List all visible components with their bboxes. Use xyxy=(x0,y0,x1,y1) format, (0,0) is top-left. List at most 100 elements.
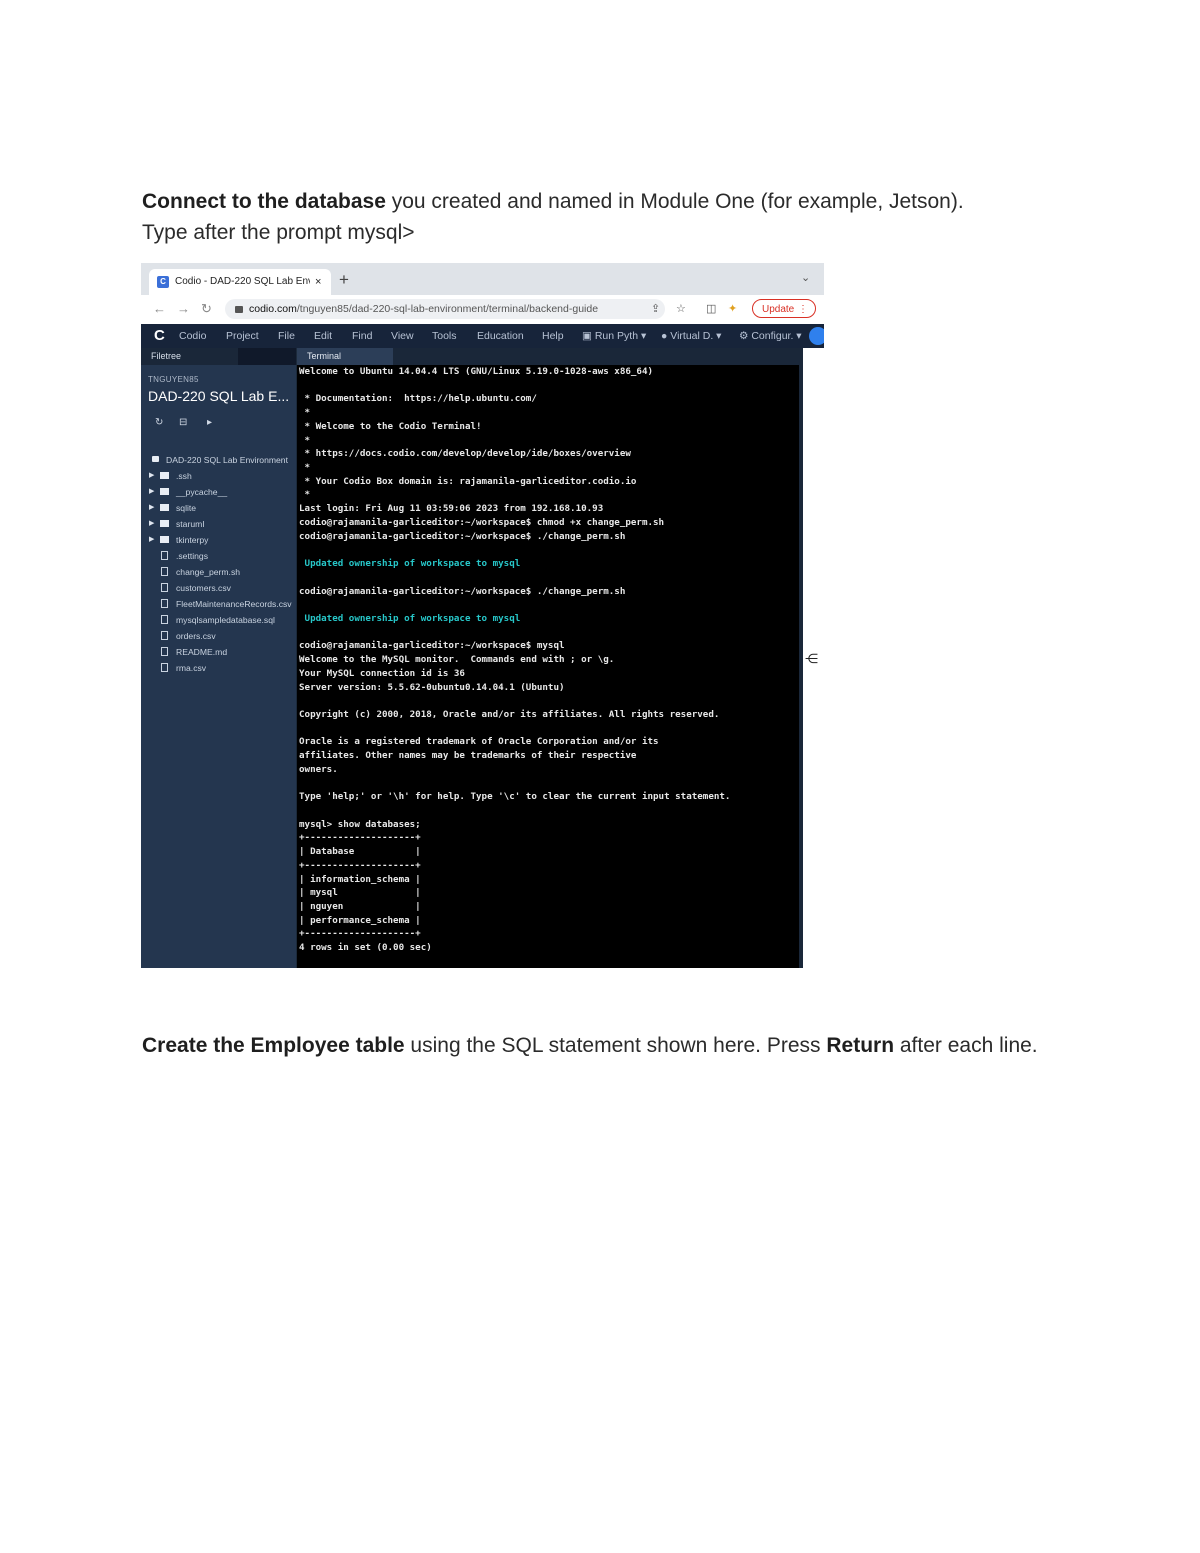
back-arrow-icon[interactable]: ← xyxy=(153,301,166,317)
terminal-output[interactable]: Welcome to Ubuntu 14.04.4 LTS (GNU/Linux… xyxy=(299,365,797,955)
terminal-line: codio@rajamanila-garliceditor:~/workspac… xyxy=(299,530,626,542)
menu-edit[interactable]: Edit xyxy=(314,324,332,348)
menu-view[interactable]: View xyxy=(391,324,414,348)
terminal-line: mysql> show databases; xyxy=(299,818,421,830)
file-label: customers.csv xyxy=(176,583,231,593)
caret-right-icon: ▶ xyxy=(149,488,155,495)
caret-right-icon: ▶ xyxy=(149,520,155,527)
forward-arrow-icon[interactable]: → xyxy=(177,301,190,317)
filetree-tab[interactable]: Filetree xyxy=(141,348,296,365)
virtual-button[interactable]: ● Virtual D. ▾ xyxy=(661,324,721,348)
tree-file[interactable]: mysqlsampledatabase.sql xyxy=(141,612,296,628)
lock-icon xyxy=(235,306,243,313)
terminal-line: * xyxy=(299,407,311,419)
file-icon xyxy=(161,663,168,672)
tree-file[interactable]: change_perm.sh xyxy=(141,564,296,580)
tree-root[interactable]: DAD-220 SQL Lab Environment xyxy=(141,452,296,468)
terminal-line: Last login: Fri Aug 11 03:59:06 2023 fro… xyxy=(299,503,604,515)
extension-icon[interactable]: ✦ xyxy=(728,302,737,316)
tree-file[interactable]: orders.csv xyxy=(141,628,296,644)
tree-folder[interactable]: ▶ sqlite xyxy=(141,500,296,516)
tree-file[interactable]: customers.csv xyxy=(141,580,296,596)
menu-find[interactable]: Find xyxy=(352,324,372,348)
file-label: orders.csv xyxy=(176,631,216,641)
menu-tools[interactable]: Tools xyxy=(432,324,457,348)
url-host: codio.com xyxy=(249,303,297,315)
lock-icon xyxy=(152,456,159,462)
menu-project[interactable]: Project xyxy=(226,324,259,348)
tab-close-icon[interactable]: × xyxy=(315,269,321,295)
collapse-icon[interactable]: ⊟ xyxy=(179,417,187,428)
drag-handle-icon[interactable]: ⋲ xyxy=(805,652,818,666)
file-label: change_perm.sh xyxy=(176,567,241,577)
refresh-icon[interactable]: ↻ xyxy=(155,417,163,428)
codio-favicon-icon: C xyxy=(157,276,169,288)
terminal-line-highlight: Updated ownership of workspace to mysql xyxy=(299,558,521,570)
terminal-panel[interactable]: Terminal Welcome to Ubuntu 14.04.4 LTS (… xyxy=(297,348,799,968)
terminal-line: 4 rows in set (0.00 sec) xyxy=(299,942,432,954)
tree-folder[interactable]: ▶ __pycache__ xyxy=(141,484,296,500)
project-title: DAD-220 SQL Lab E... xyxy=(148,388,290,404)
virtual-label: Virtual D. xyxy=(670,330,714,342)
file-icon xyxy=(161,647,168,656)
terminal-line: | information_schema | xyxy=(299,873,421,885)
file-label: FleetMaintenanceRecords.csv xyxy=(176,599,292,609)
run-label: Run Pyth xyxy=(594,330,639,342)
create-mid-text: using the SQL statement shown here. Pres… xyxy=(404,1034,827,1057)
bold-connect-text: Connect to the database xyxy=(142,190,386,213)
menu-help[interactable]: Help xyxy=(542,324,564,348)
terminal-line: codio@rajamanila-garliceditor:~/workspac… xyxy=(299,640,565,652)
tab-terminal[interactable]: Terminal xyxy=(297,348,393,365)
codio-menubar: C Codio Project File Edit Find View Tool… xyxy=(141,324,824,348)
avatar[interactable] xyxy=(809,327,824,345)
file-label: rma.csv xyxy=(176,663,207,673)
tree-folder[interactable]: ▶ tkinterpy xyxy=(141,532,296,548)
folder-icon xyxy=(160,536,169,543)
menu-education[interactable]: Education xyxy=(477,324,524,348)
instruction-line-1: Connect to the database you created and … xyxy=(142,186,1062,217)
share-icon[interactable]: ⇪ xyxy=(651,302,660,316)
instruction-paragraph-connect: Connect to the database you created and … xyxy=(142,186,1062,248)
terminal-line: codio@rajamanila-garliceditor:~/workspac… xyxy=(299,585,626,597)
play-icon[interactable]: ▸ xyxy=(207,417,212,428)
virtual-icon: ● xyxy=(661,330,671,342)
caret-right-icon: ▶ xyxy=(149,536,155,543)
new-tab-button[interactable]: + xyxy=(339,269,349,291)
tree-file[interactable]: FleetMaintenanceRecords.csv xyxy=(141,596,296,612)
folder-icon xyxy=(160,472,169,479)
chevron-down-icon[interactable]: ⌄ xyxy=(801,271,810,284)
terminal-line: +--------------------+ xyxy=(299,859,421,871)
tree-file[interactable]: README.md xyxy=(141,644,296,660)
star-icon[interactable]: ☆ xyxy=(676,302,686,316)
reload-icon[interactable]: ↻ xyxy=(201,301,212,317)
bold-return-text: Return xyxy=(826,1034,895,1057)
folder-label: sqlite xyxy=(176,503,197,513)
run-button[interactable]: ▣ Run Pyth ▾ xyxy=(582,324,646,348)
tree-file[interactable]: .settings xyxy=(141,548,296,564)
terminal-line: | performance_schema | xyxy=(299,914,421,926)
tree-file[interactable]: rma.csv xyxy=(141,660,296,676)
browser-tab[interactable]: C Codio - DAD-220 SQL Lab Env × xyxy=(149,269,331,295)
menu-file[interactable]: File xyxy=(278,324,295,348)
update-button[interactable]: Update ⋮ xyxy=(752,299,816,318)
config-button[interactable]: ⚙ Configur. ▾ xyxy=(739,324,802,348)
terminal-scrollbar[interactable]: ⋲ xyxy=(799,348,824,968)
file-icon xyxy=(161,583,168,592)
folder-label: .ssh xyxy=(176,471,192,481)
terminal-line: | mysql | xyxy=(299,887,421,899)
tree-folder[interactable]: ▶ .ssh xyxy=(141,468,296,484)
codio-logo-icon[interactable]: C xyxy=(154,326,165,346)
terminal-line: Server version: 5.5.62-0ubuntu0.14.04.1 … xyxy=(299,681,565,693)
terminal-line: * xyxy=(299,489,311,501)
folder-label: __pycache__ xyxy=(176,487,228,497)
terminal-line: * Your Codio Box domain is: rajamanila-g… xyxy=(299,475,637,487)
menu-codio[interactable]: Codio xyxy=(179,324,206,348)
url-field[interactable]: codio.com/tnguyen85/dad-220-sql-lab-envi… xyxy=(225,299,665,319)
tree-folder[interactable]: ▶ starumI xyxy=(141,516,296,532)
sidebar-icon[interactable]: ◫ xyxy=(706,302,716,316)
